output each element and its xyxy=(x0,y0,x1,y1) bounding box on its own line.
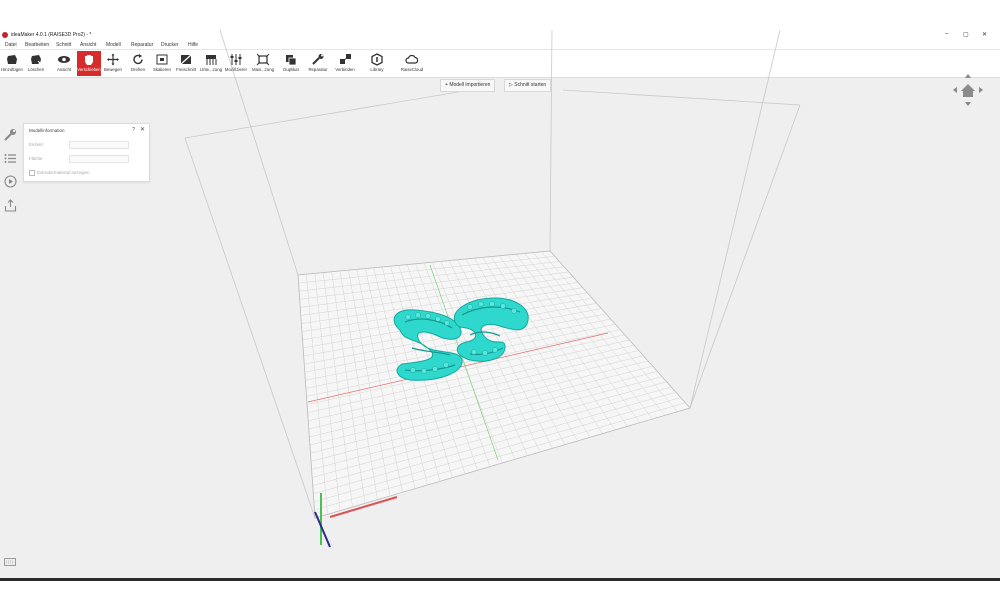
view-navigation-control[interactable] xyxy=(950,72,986,108)
start-slice-label: Schnitt starten xyxy=(514,82,547,88)
area-label: Fläche xyxy=(29,156,43,161)
build-plate xyxy=(297,250,691,519)
build-volume-viewport[interactable] xyxy=(0,30,1000,578)
play-circle-icon[interactable] xyxy=(4,175,17,188)
app-window: ideaMaker 4.0.1 (RAISE3D Pro2) - * – ▢ ✕… xyxy=(0,30,1000,578)
left-sidebar xyxy=(0,122,21,226)
wrench-icon[interactable] xyxy=(4,128,17,141)
unit-label: Einheit xyxy=(29,142,43,147)
panel-title: Modellinformation xyxy=(29,128,65,133)
taskbar-strip xyxy=(0,578,1000,581)
area-field xyxy=(69,155,129,163)
home-icon[interactable] xyxy=(961,84,975,97)
keyboard-icon[interactable] xyxy=(4,558,16,566)
unit-select[interactable] xyxy=(69,141,129,149)
nav-right-icon[interactable] xyxy=(979,87,983,93)
model-information-panel: Modellinformation ? ✕ Einheit Fläche Ext… xyxy=(23,123,150,182)
close-panel-button[interactable]: ✕ xyxy=(140,126,145,133)
nav-left-icon[interactable] xyxy=(953,87,957,93)
nav-up-icon[interactable] xyxy=(965,74,971,78)
help-button[interactable]: ? xyxy=(132,127,135,133)
checkbox-box[interactable] xyxy=(29,170,35,176)
import-model-label: Modell importieren xyxy=(449,82,491,88)
checkbox-label: Extrudermaterial anzeigen xyxy=(37,170,90,176)
start-slice-button[interactable]: ▷ Schnitt starten xyxy=(504,79,552,92)
list-icon[interactable] xyxy=(4,152,17,165)
import-model-button[interactable]: + Modell importieren xyxy=(440,79,496,92)
nav-down-icon[interactable] xyxy=(965,102,971,106)
extruder-material-checkbox[interactable]: Extrudermaterial anzeigen xyxy=(29,170,90,176)
export-icon[interactable] xyxy=(4,199,17,212)
